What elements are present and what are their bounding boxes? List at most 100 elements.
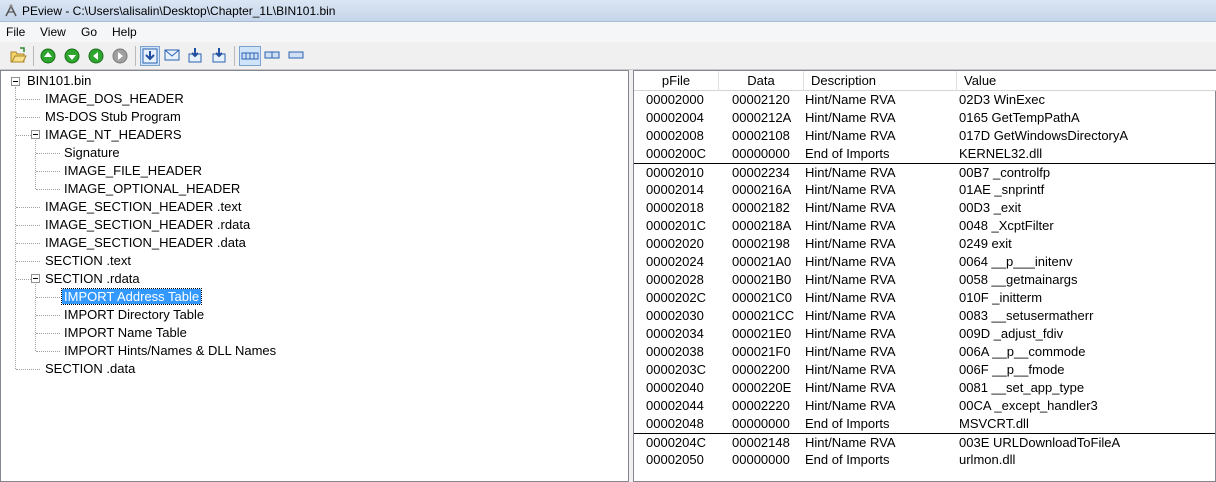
collapse-root-icon[interactable]: [11, 77, 20, 86]
list-row[interactable]: 00002038 000021F0 Hint/Name RVA 006A __p__c…: [634, 343, 1215, 361]
list-row[interactable]: 00002034 000021E0 Hint/Name RVA 009D _adjus…: [634, 325, 1215, 343]
cell-pfile: 00002000: [646, 92, 704, 107]
detail-list[interactable]: pFile Data Description Value 00002000 000…: [633, 70, 1216, 482]
view-mode-button-2[interactable]: [163, 46, 183, 66]
cell-description: End of Imports: [805, 146, 890, 161]
word-view-icon: [264, 51, 280, 59]
tree-root[interactable]: BIN101.bin: [25, 72, 93, 90]
cell-value: KERNEL32.dll: [959, 146, 1043, 161]
up-button[interactable]: [62, 46, 82, 66]
list-row[interactable]: 0000203C 00002200 Hint/Name RVA 006F __p__f…: [634, 361, 1215, 379]
tree-guide-line: [15, 87, 16, 369]
cell-pfile: 0000204C: [646, 435, 706, 450]
tree-guide-line: [36, 297, 60, 298]
list-row[interactable]: 0000200C 00000000 End of Imports KERNEL32.d…: [634, 145, 1215, 163]
cell-value: 009D _adjust_fdiv: [959, 326, 1064, 341]
cell-value: 0064 __p___initenv: [959, 254, 1073, 269]
peview-app-icon[interactable]: [3, 3, 19, 19]
list-header: pFile Data Description Value: [634, 71, 1216, 91]
tree-item[interactable]: MS-DOS Stub Program: [43, 108, 183, 126]
forward-green-icon: [88, 48, 104, 64]
dword-view-button[interactable]: [287, 46, 307, 66]
tree-guide-line: [36, 333, 60, 334]
open-file-button[interactable]: [8, 46, 28, 66]
tree-item[interactable]: IMPORT Address Table: [60, 288, 203, 306]
tree-item[interactable]: SECTION .rdata: [43, 270, 142, 288]
list-row[interactable]: 0000204C 00002148 Hint/Name RVA 003E URLDow…: [634, 433, 1215, 451]
list-row[interactable]: 00002008 00002108 Hint/Name RVA 017D GetWin…: [634, 127, 1215, 145]
list-row[interactable]: 00002048 00000000 End of Imports MSVCRT.dll: [634, 415, 1215, 433]
column-header-pfile[interactable]: pFile: [634, 71, 719, 91]
list-row[interactable]: 00002020 00002198 Hint/Name RVA 0249 exit: [634, 235, 1215, 253]
column-header-description[interactable]: Description: [804, 71, 957, 91]
tree-item[interactable]: SECTION .data: [43, 360, 137, 378]
tree-item[interactable]: IMAGE_NT_HEADERS: [43, 126, 184, 144]
column-header-data[interactable]: Data: [719, 71, 804, 91]
tree-guide-line: [16, 207, 40, 208]
tree-guide-line: [16, 261, 40, 262]
tree-item[interactable]: IMPORT Hints/Names & DLL Names: [62, 342, 278, 360]
menu-view[interactable]: View: [40, 25, 66, 39]
cell-pfile: 0000203C: [646, 362, 706, 377]
back-button[interactable]: [38, 46, 58, 66]
list-row[interactable]: 00002024 000021A0 Hint/Name RVA 0064 __p___…: [634, 253, 1215, 271]
tree-item-label: Signature: [64, 145, 120, 160]
forward-button[interactable]: [86, 46, 106, 66]
list-row[interactable]: 0000201C 0000218A Hint/Name RVA 0048 _XcptF…: [634, 217, 1215, 235]
cell-value: 00CA _except_handler3: [959, 398, 1098, 413]
cell-data: 00002200: [732, 362, 790, 377]
tree-root-label: BIN101.bin: [27, 73, 92, 88]
tree-item[interactable]: IMPORT Directory Table: [62, 306, 206, 324]
cell-data: 00002120: [732, 92, 790, 107]
menu-go[interactable]: Go: [81, 25, 97, 39]
column-header-value[interactable]: Value: [957, 71, 1215, 91]
menu-help[interactable]: Help: [112, 25, 137, 39]
list-row[interactable]: 00002030 000021CC Hint/Name RVA 0083 __setu…: [634, 307, 1215, 325]
list-row[interactable]: 00002018 00002182 Hint/Name RVA 00D3 _exit: [634, 199, 1215, 217]
window-title: PEview - C:\Users\alisalin\Desktop\Chapt…: [22, 4, 336, 18]
tree-item[interactable]: IMAGE_SECTION_HEADER .data: [43, 234, 248, 252]
menu-file[interactable]: File: [6, 25, 25, 39]
tree-item[interactable]: IMAGE_FILE_HEADER: [62, 162, 204, 180]
tree-guide-line: [16, 135, 31, 136]
cell-description: Hint/Name RVA: [805, 165, 896, 180]
structure-tree[interactable]: BIN101.bin IMAGE_DOS_HEADER MS-DOS Stub P…: [0, 70, 629, 482]
tree-item[interactable]: IMPORT Name Table: [62, 324, 189, 342]
view-mode-button-4[interactable]: [209, 46, 229, 66]
list-row[interactable]: 00002050 00000000 End of Imports urlmon.dll: [634, 451, 1215, 469]
cell-data: 00002108: [732, 128, 790, 143]
list-row[interactable]: 00002004 0000212A Hint/Name RVA 0165 GetTem…: [634, 109, 1215, 127]
cell-description: Hint/Name RVA: [805, 308, 896, 323]
cell-pfile: 0000200C: [646, 146, 706, 161]
collapse-node-icon[interactable]: [31, 274, 40, 283]
tree-guide-line: [16, 99, 40, 100]
tree-item[interactable]: IMAGE_DOS_HEADER: [43, 90, 186, 108]
cell-pfile: 00002010: [646, 165, 704, 180]
list-row[interactable]: 00002044 00002220 Hint/Name RVA 00CA _excep…: [634, 397, 1215, 415]
list-row[interactable]: 0000202C 000021C0 Hint/Name RVA 010F _initt…: [634, 289, 1215, 307]
tree-item[interactable]: Signature: [62, 144, 122, 162]
word-view-button[interactable]: [263, 46, 283, 66]
cell-pfile: 00002014: [646, 182, 704, 197]
forward-disabled-button[interactable]: [110, 46, 130, 66]
cell-description: Hint/Name RVA: [805, 128, 896, 143]
list-row[interactable]: 00002040 0000220E Hint/Name RVA 0081 __set_…: [634, 379, 1215, 397]
cell-description: End of Imports: [805, 452, 890, 467]
byte-view-button[interactable]: [239, 46, 261, 66]
tree-item-label: IMPORT Directory Table: [64, 307, 205, 322]
list-row[interactable]: 00002010 00002234 Hint/Name RVA 00B7 _contr…: [634, 163, 1215, 181]
list-row[interactable]: 00002000 00002120 Hint/Name RVA 02D3 WinExe…: [634, 91, 1215, 109]
list-row[interactable]: 00002028 000021B0 Hint/Name RVA 0058 __getm…: [634, 271, 1215, 289]
cell-pfile: 00002008: [646, 128, 704, 143]
list-row[interactable]: 00002014 0000216A Hint/Name RVA 01AE _snpri…: [634, 181, 1215, 199]
collapse-node-icon[interactable]: [31, 130, 40, 139]
tree-item[interactable]: IMAGE_OPTIONAL_HEADER: [62, 180, 242, 198]
tree-item[interactable]: IMAGE_SECTION_HEADER .text: [43, 198, 244, 216]
view-mode-button-3[interactable]: [187, 46, 207, 66]
cell-data: 00002182: [732, 200, 790, 215]
cell-description: Hint/Name RVA: [805, 380, 896, 395]
tree-item[interactable]: IMAGE_SECTION_HEADER .rdata: [43, 216, 252, 234]
view-mode-button-1[interactable]: [140, 46, 160, 66]
up-green-icon: [64, 48, 80, 64]
tree-item[interactable]: SECTION .text: [43, 252, 133, 270]
